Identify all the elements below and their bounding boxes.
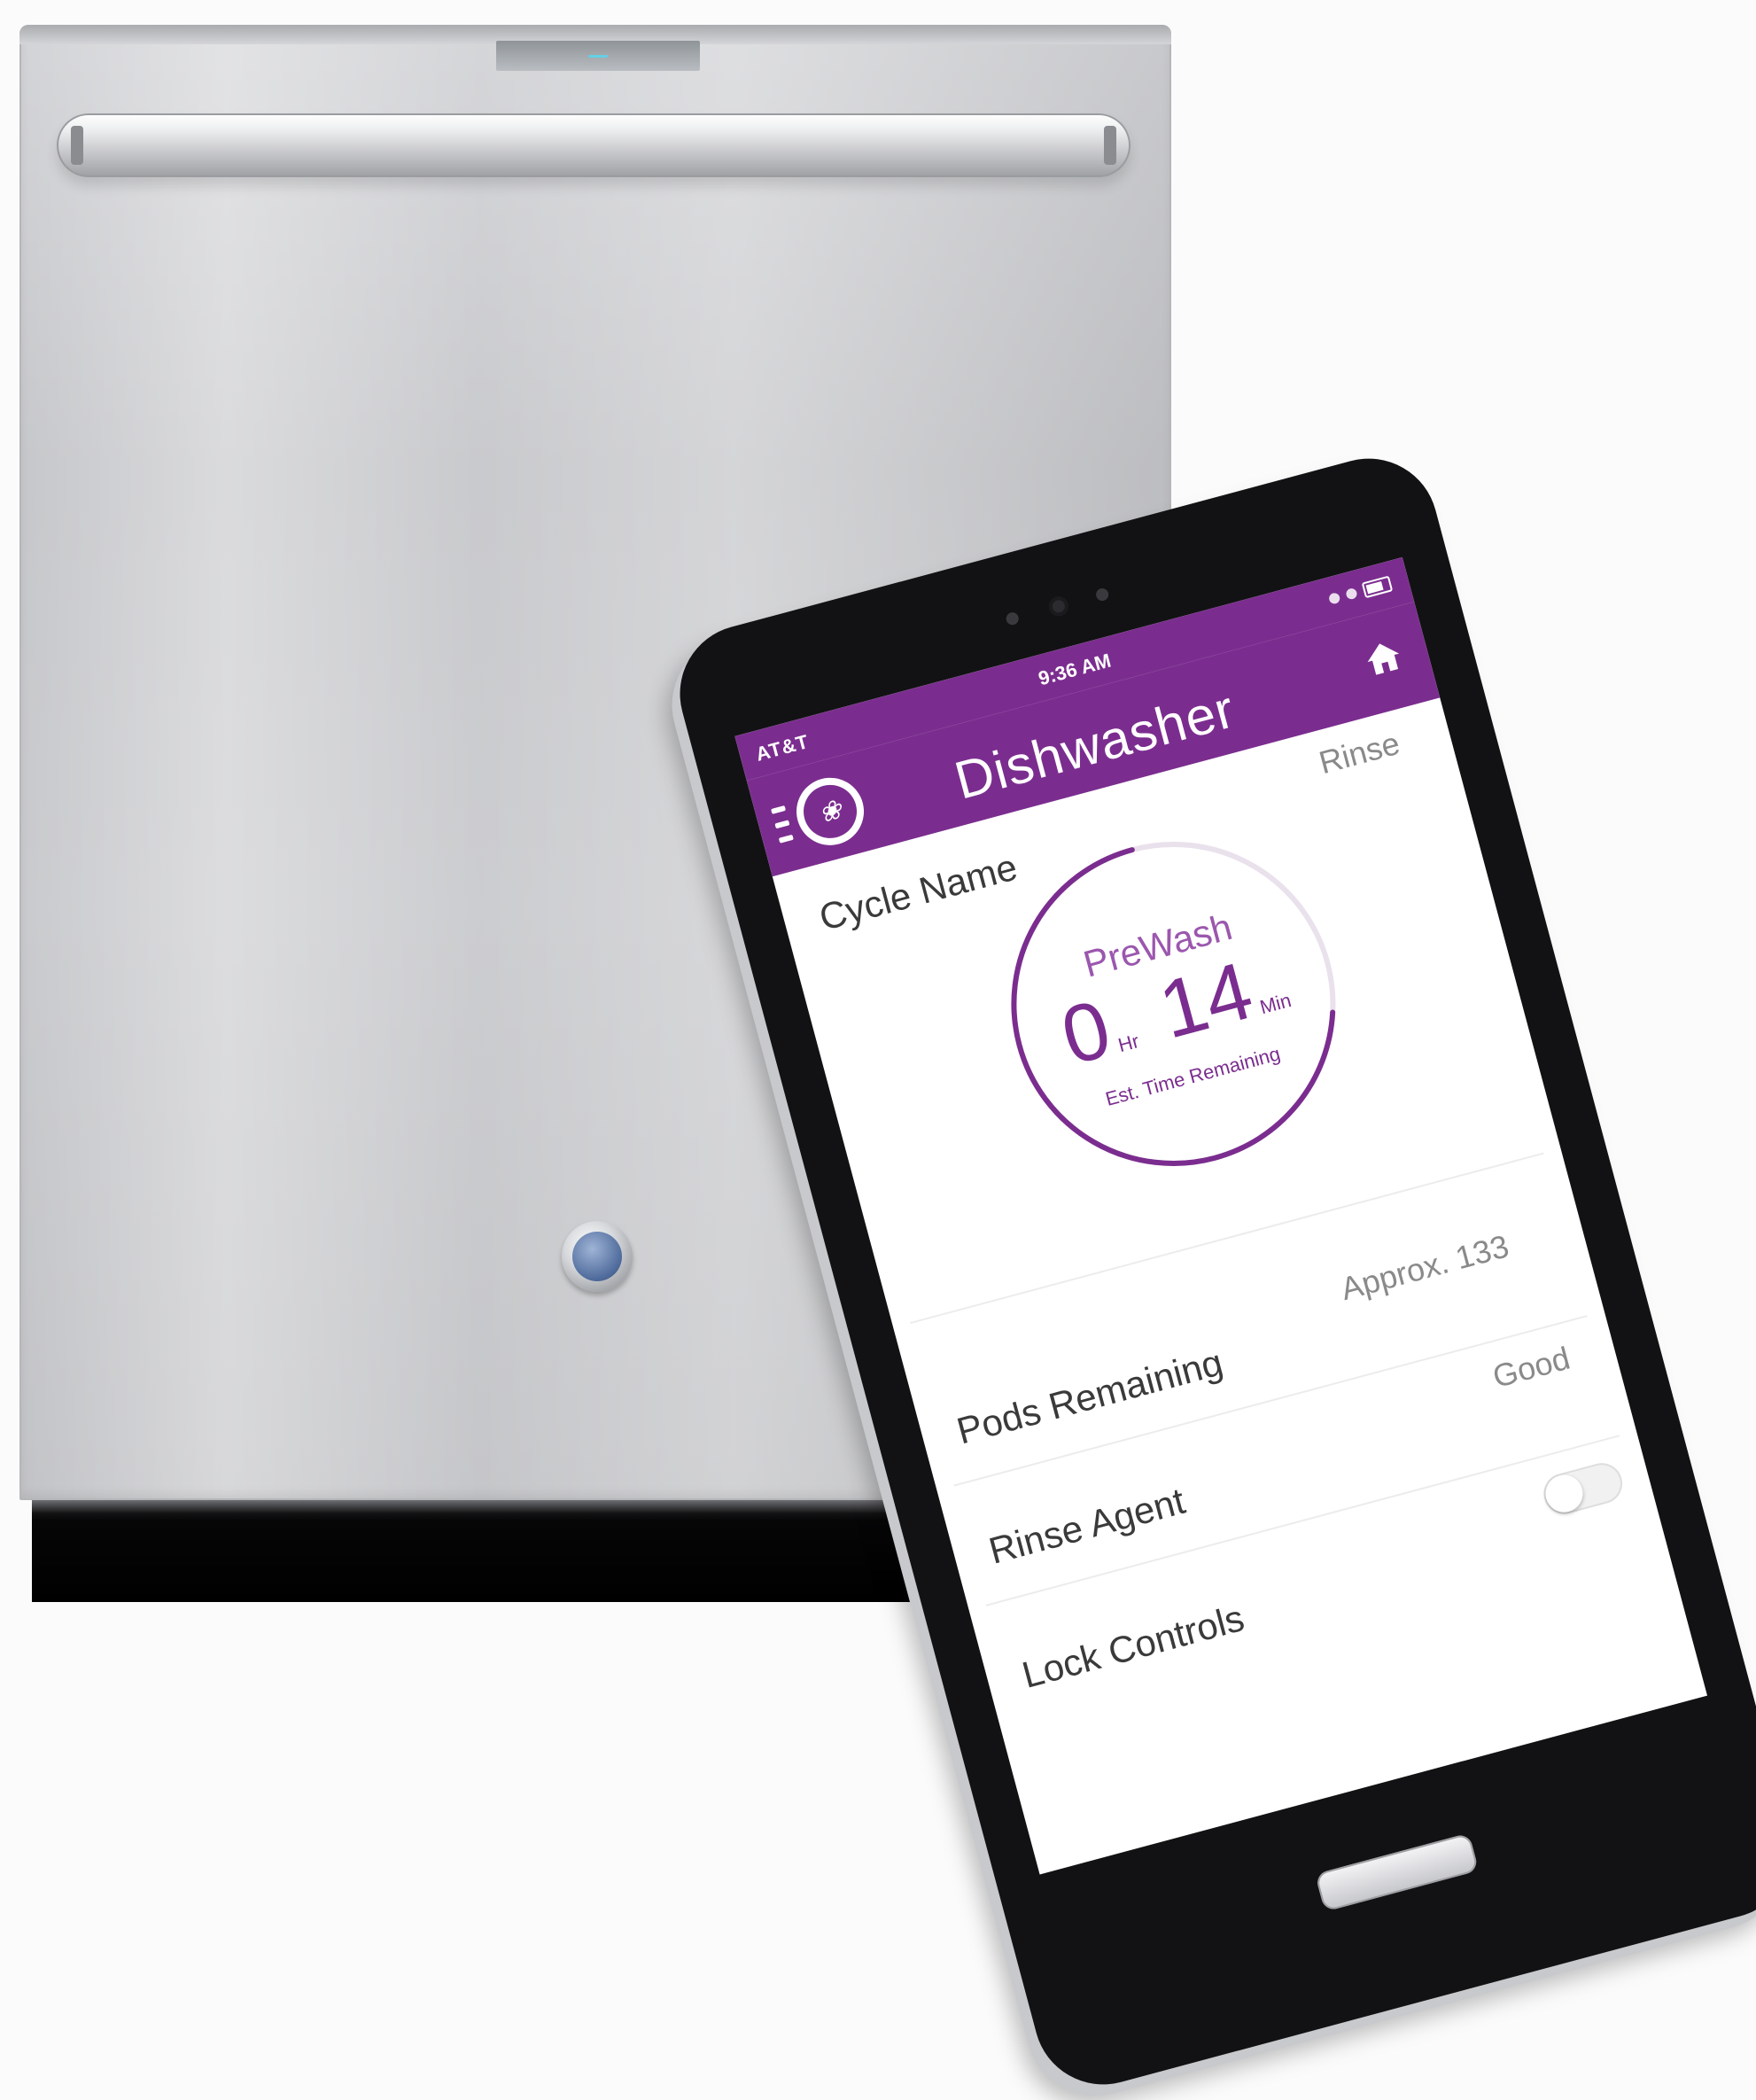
hours-unit: Hr (1115, 1030, 1142, 1057)
minutes-value: 14 (1150, 945, 1262, 1056)
dishwasher-handle (57, 113, 1131, 177)
lock-controls-toggle[interactable] (1539, 1458, 1628, 1519)
divider (910, 1152, 1544, 1325)
minutes-unit: Min (1257, 988, 1294, 1019)
dishwasher-display (496, 41, 700, 71)
light-sensor (1094, 587, 1110, 603)
alarm-icon (1327, 591, 1341, 605)
hours-value: 0 (1053, 983, 1120, 1083)
lock-controls-label: Lock Controls (1017, 1597, 1249, 1696)
front-camera-icon (1046, 594, 1071, 618)
cycle-progress-ring: PreWash 0 Hr 14 Min Est. Time Remaining (967, 797, 1379, 1209)
phone-screen: AT&T 9:36 AM ❀ Dishwasher Cycle Name Rin… (734, 556, 1708, 1875)
proximity-sensor (1005, 611, 1021, 626)
pods-remaining-value: Approx. 133 (1337, 1227, 1513, 1308)
rinse-agent-value: Good (1488, 1339, 1574, 1396)
dishwasher-ge-logo-icon (562, 1221, 633, 1292)
toggle-knob (1541, 1470, 1588, 1517)
cycle-name-value: Rinse (1315, 724, 1403, 782)
pods-remaining-label: Pods Remaining (952, 1341, 1227, 1452)
bluetooth-icon (1345, 587, 1358, 601)
